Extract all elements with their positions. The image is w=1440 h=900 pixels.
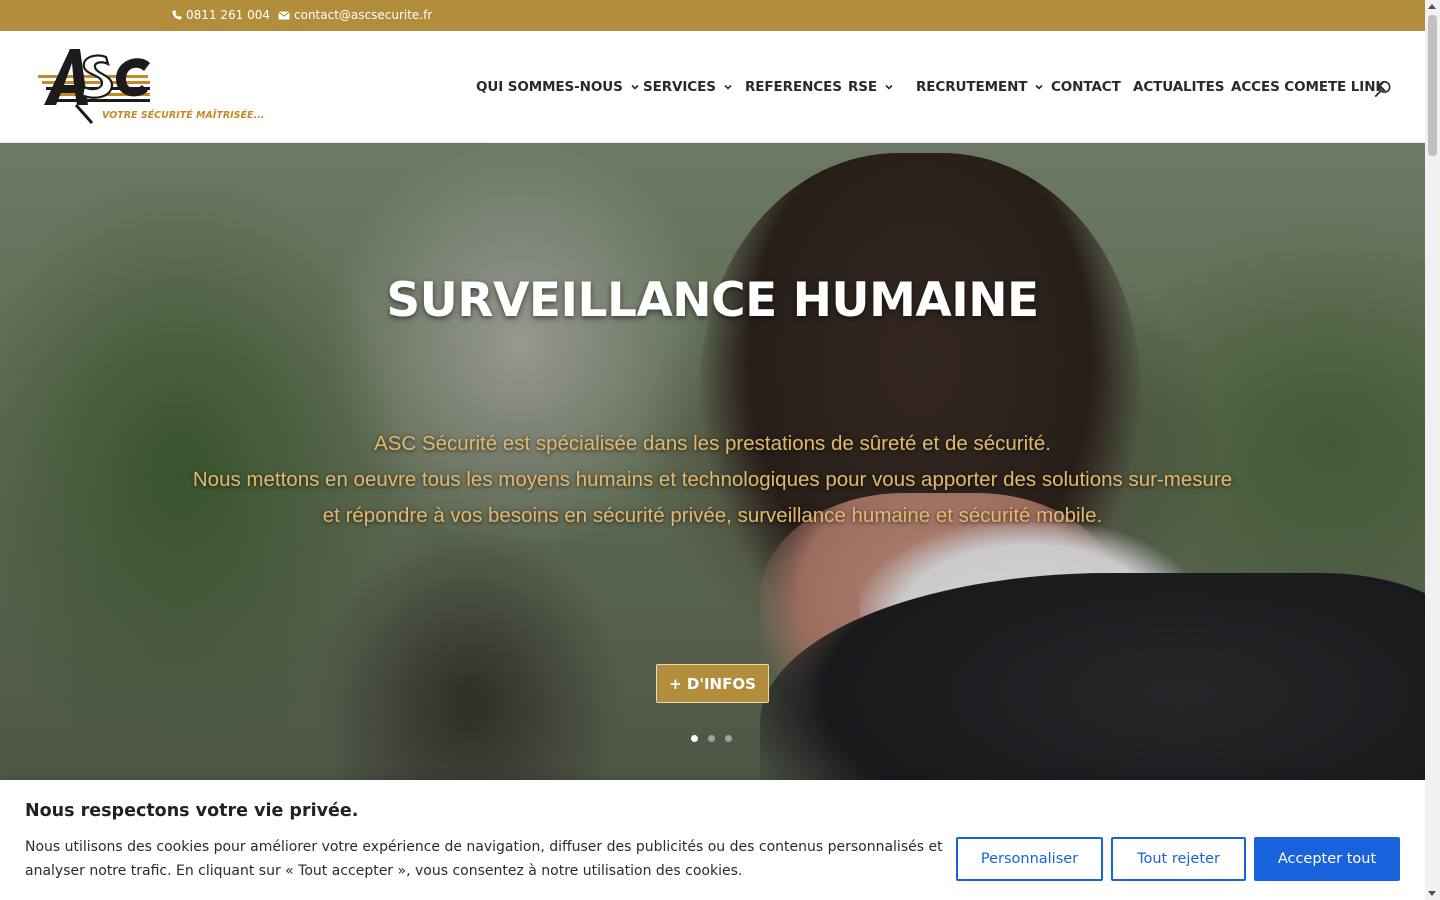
nav-qui-sommes-nous[interactable]: QUI SOMMES-NOUS (476, 79, 641, 95)
nav-label: RSE (848, 79, 878, 95)
chevron-down-icon (1035, 84, 1043, 90)
nav-label: QUI SOMMES-NOUS (476, 79, 623, 95)
phone-number[interactable]: 0811 261 004 (186, 8, 270, 22)
hero-text-line1: ASC Sécurité est spécialisée dans les pr… (374, 432, 1051, 455)
nav-recrutement[interactable]: RECRUTEMENT (916, 79, 1045, 95)
hero-slider: SURVEILLANCE HUMAINE ASC Sécurité est sp… (0, 143, 1425, 780)
reject-all-button[interactable]: Tout rejeter (1111, 837, 1246, 881)
slider-dot-1[interactable] (691, 735, 698, 742)
chevron-down-icon (631, 84, 639, 90)
envelope-icon (278, 10, 290, 19)
hero-text-line2: Nous mettons en oeuvre tous les moyens h… (192, 468, 1233, 527)
scroll-up-arrow-icon[interactable] (1428, 4, 1436, 9)
email-address[interactable]: contact@ascsecurite.fr (294, 8, 432, 22)
nav-rse[interactable]: RSE (848, 79, 895, 95)
nav-services[interactable]: SERVICES (643, 79, 734, 95)
nav-label: REFERENCES (745, 79, 842, 95)
cookie-title: Nous respectons votre vie privée. (25, 801, 359, 821)
hero-description: ASC Sécurité est spécialisée dans les pr… (190, 426, 1235, 534)
chevron-down-icon (724, 84, 732, 90)
nav-references[interactable]: REFERENCES (745, 79, 842, 95)
site-header: VOTRE SÉCURITÉ MAÎTRISÉE... QUI SOMMES-N… (0, 31, 1425, 143)
nav-label: CONTACT (1051, 79, 1121, 95)
scroll-thumb[interactable] (1428, 15, 1437, 156)
more-info-button[interactable]: + D'INFOS (656, 664, 769, 703)
customize-button[interactable]: Personnaliser (956, 837, 1103, 881)
hero-title: SURVEILLANCE HUMAINE (386, 273, 1039, 328)
slider-dot-3[interactable] (725, 735, 732, 742)
search-icon[interactable] (1374, 80, 1392, 98)
cookie-text: Nous utilisons des cookies pour améliore… (25, 839, 943, 879)
phone-icon (172, 10, 182, 20)
accept-all-button[interactable]: Accepter tout (1254, 837, 1400, 881)
phone-contact[interactable]: 0811 261 004 (172, 8, 270, 22)
chevron-down-icon (885, 84, 893, 90)
main-nav: QUI SOMMES-NOUS SERVICES REFERENCES RSE … (0, 31, 1425, 143)
nav-label: SERVICES (643, 79, 716, 95)
scroll-down-arrow-icon[interactable] (1428, 891, 1436, 896)
nav-label: ACTUALITES (1133, 79, 1225, 95)
nav-label: RECRUTEMENT (916, 79, 1028, 95)
cookie-banner: Nous respectons votre vie privée. Nous u… (0, 780, 1425, 900)
nav-actualites[interactable]: ACTUALITES (1133, 79, 1224, 95)
email-contact[interactable]: contact@ascsecurite.fr (278, 8, 432, 22)
slider-dot-2[interactable] (708, 735, 715, 742)
page-scrollbar[interactable] (1425, 0, 1440, 900)
nav-label: ACCES COMETE LINK (1231, 79, 1386, 95)
nav-contact[interactable]: CONTACT (1051, 79, 1121, 95)
slider-pagination (691, 735, 732, 742)
nav-acces-comete-link[interactable]: ACCES COMETE LINK (1231, 79, 1386, 95)
top-bar: 0811 261 004 contact@ascsecurite.fr (0, 0, 1425, 31)
